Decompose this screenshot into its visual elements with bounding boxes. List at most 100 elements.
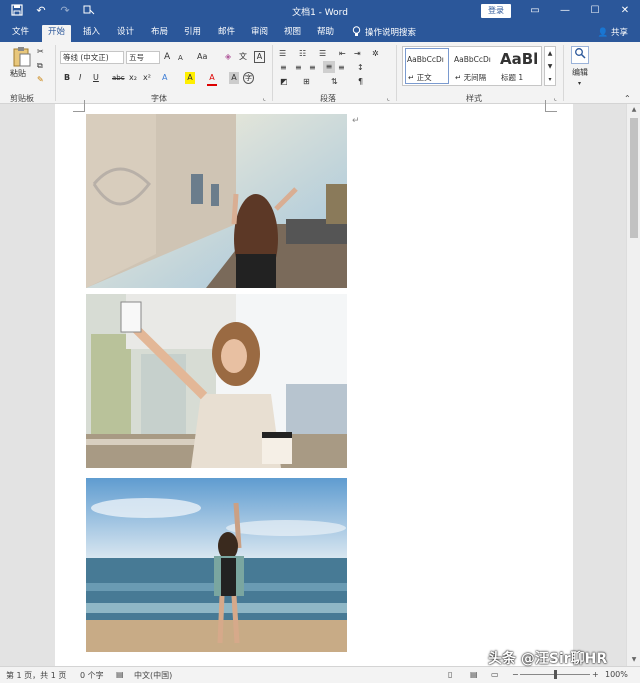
shading-icon[interactable]: ◩ bbox=[280, 76, 288, 88]
minimize-icon[interactable]: — bbox=[550, 0, 580, 22]
save-icon[interactable] bbox=[10, 4, 24, 18]
ribbon: 粘贴 ✂ ⧉ ✎ 剪贴板 等线 (中文正) 五号 A A Aa ◈ 文 A B … bbox=[0, 42, 640, 104]
copy-icon[interactable]: ⧉ bbox=[37, 60, 43, 72]
styles-scroll-buttons[interactable]: ▲ ▼ ▾ bbox=[544, 46, 556, 86]
style-normal[interactable]: AaBbCcDı ↵ 正文 bbox=[404, 47, 450, 85]
tab-insert[interactable]: 插入 bbox=[77, 25, 106, 42]
clipboard-group-label: 剪贴板 bbox=[10, 94, 34, 103]
maximize-icon[interactable]: ☐ bbox=[580, 0, 610, 22]
style-sample: AaBl bbox=[500, 50, 539, 68]
align-center-icon[interactable]: ≡ bbox=[295, 62, 302, 74]
numbering-icon[interactable]: ☷ bbox=[299, 48, 306, 60]
shrink-font-icon[interactable]: A bbox=[178, 52, 183, 64]
zoom-slider-handle[interactable] bbox=[554, 670, 557, 679]
show-marks-icon[interactable]: ¶ bbox=[358, 76, 363, 88]
print-layout-icon[interactable]: ▤ bbox=[470, 670, 478, 679]
align-left-icon[interactable]: ≡ bbox=[280, 62, 287, 74]
inline-image-street-photo[interactable] bbox=[86, 114, 347, 288]
scroll-down-icon[interactable]: ▼ bbox=[627, 654, 640, 666]
subscript-button[interactable]: x₂ bbox=[129, 72, 137, 84]
styles-gallery: AaBbCcDı ↵ 正文 AaBbCcDı ↵ 无间隔 AaBl 标题 1 bbox=[402, 46, 542, 86]
tab-view[interactable]: 视图 bbox=[278, 25, 307, 42]
paste-label: 粘贴 bbox=[10, 69, 26, 78]
superscript-button[interactable]: x² bbox=[143, 72, 151, 84]
zoom-in-button[interactable]: + bbox=[592, 670, 599, 679]
style-heading-1[interactable]: AaBl 标题 1 bbox=[497, 47, 543, 85]
share-label: 共享 bbox=[610, 28, 628, 38]
ribbon-display-options-icon[interactable]: ▭ bbox=[520, 0, 550, 22]
scrollbar-thumb[interactable] bbox=[630, 118, 638, 238]
undo-icon[interactable]: ↶ bbox=[34, 4, 48, 18]
sort-icon[interactable]: ⇅ bbox=[331, 76, 338, 88]
font-color-icon[interactable]: A bbox=[207, 72, 217, 86]
tab-home[interactable]: 开始 bbox=[42, 25, 72, 42]
style-name: ↵ 正文 bbox=[408, 73, 432, 82]
italic-button[interactable]: I bbox=[79, 72, 81, 84]
styles-group-label: 样式 bbox=[466, 94, 482, 103]
share-button[interactable]: 👤 共享 bbox=[598, 26, 628, 38]
vertical-scrollbar[interactable]: ▲ ▼ bbox=[626, 104, 640, 666]
highlight-color-icon[interactable]: A bbox=[185, 72, 195, 84]
phonetic-guide-icon[interactable]: 文 bbox=[239, 51, 247, 63]
word-count[interactable]: 0 个字 bbox=[80, 670, 104, 681]
character-shading-icon[interactable]: A bbox=[229, 72, 239, 84]
quick-access-toolbar: ↶ ↷ bbox=[10, 4, 96, 18]
font-name-select[interactable]: 等线 (中文正) bbox=[60, 51, 124, 64]
lightbulb-icon bbox=[352, 26, 361, 40]
inline-image-beach-photo[interactable] bbox=[86, 478, 347, 652]
web-layout-icon[interactable]: ▭ bbox=[491, 670, 499, 679]
tell-me-search[interactable]: 操作说明搜索 bbox=[352, 26, 416, 40]
inline-image-cafe-selfie-photo[interactable] bbox=[86, 294, 347, 468]
close-icon[interactable]: ✕ bbox=[610, 0, 640, 22]
character-border-icon[interactable]: A bbox=[254, 51, 265, 63]
grow-font-icon[interactable]: A bbox=[164, 51, 170, 63]
change-case-button[interactable]: Aa bbox=[197, 51, 207, 63]
language-indicator[interactable]: 中文(中国) bbox=[134, 670, 172, 681]
margin-corner-marker bbox=[545, 100, 557, 112]
text-effects-icon[interactable]: A bbox=[162, 72, 167, 84]
title-bar: ↶ ↷ 文档1 - Word 登录 ▭ — ☐ ✕ bbox=[0, 0, 640, 22]
align-right-icon[interactable]: ≡ bbox=[309, 62, 316, 74]
tab-references[interactable]: 引用 bbox=[178, 25, 207, 42]
strikethrough-button[interactable]: abc bbox=[112, 72, 125, 84]
redo-icon[interactable]: ↷ bbox=[58, 4, 72, 18]
enclose-characters-icon[interactable]: 字 bbox=[243, 72, 254, 84]
clear-formatting-icon[interactable]: ◈ bbox=[225, 51, 231, 63]
increase-indent-icon[interactable]: ⇥ bbox=[354, 48, 361, 60]
underline-button[interactable]: U bbox=[93, 72, 99, 84]
editing-dropdown-icon[interactable]: ▾ bbox=[578, 78, 581, 90]
bold-button[interactable]: B bbox=[64, 72, 70, 84]
tab-file[interactable]: 文件 bbox=[6, 25, 35, 42]
person-icon: 👤 bbox=[597, 28, 609, 38]
distributed-icon[interactable]: ≡ bbox=[338, 62, 345, 74]
decrease-indent-icon[interactable]: ⇤ bbox=[339, 48, 346, 60]
style-no-spacing[interactable]: AaBbCcDı ↵ 无间隔 bbox=[451, 47, 497, 85]
find-icon[interactable] bbox=[571, 46, 589, 64]
group-divider bbox=[396, 45, 397, 101]
chinese-layout-icon[interactable]: ✲ bbox=[372, 48, 379, 60]
page-count[interactable]: 第 1 页，共 1 页 bbox=[6, 670, 66, 681]
bullets-icon[interactable]: ☰ bbox=[279, 48, 286, 60]
tab-mailings[interactable]: 邮件 bbox=[212, 25, 241, 42]
scroll-up-icon[interactable]: ▲ bbox=[627, 104, 640, 116]
touch-mode-icon[interactable] bbox=[82, 4, 96, 18]
borders-icon[interactable]: ⊞ bbox=[303, 76, 310, 88]
line-spacing-icon[interactable]: ↕ bbox=[357, 62, 364, 74]
justify-icon[interactable]: ≡ bbox=[323, 61, 335, 73]
format-painter-icon[interactable]: ✎ bbox=[37, 74, 44, 86]
tab-review[interactable]: 审阅 bbox=[245, 25, 274, 42]
multilevel-list-icon[interactable]: ☰ bbox=[319, 48, 326, 60]
zoom-level[interactable]: 100% bbox=[605, 670, 628, 679]
tab-layout[interactable]: 布局 bbox=[145, 25, 174, 42]
paragraph-group-label: 段落 bbox=[320, 94, 336, 103]
style-sample: AaBbCcDı bbox=[454, 55, 491, 64]
tab-help[interactable]: 帮助 bbox=[311, 25, 340, 42]
login-button[interactable]: 登录 bbox=[481, 4, 511, 18]
font-size-select[interactable]: 五号 bbox=[126, 51, 160, 64]
zoom-out-button[interactable]: − bbox=[512, 670, 519, 679]
style-sample: AaBbCcDı bbox=[407, 55, 444, 64]
tab-design[interactable]: 设计 bbox=[111, 25, 140, 42]
proofing-icon[interactable]: ▤ bbox=[116, 670, 124, 679]
read-mode-icon[interactable]: ▯ bbox=[448, 670, 452, 679]
cut-icon[interactable]: ✂ bbox=[37, 46, 44, 58]
